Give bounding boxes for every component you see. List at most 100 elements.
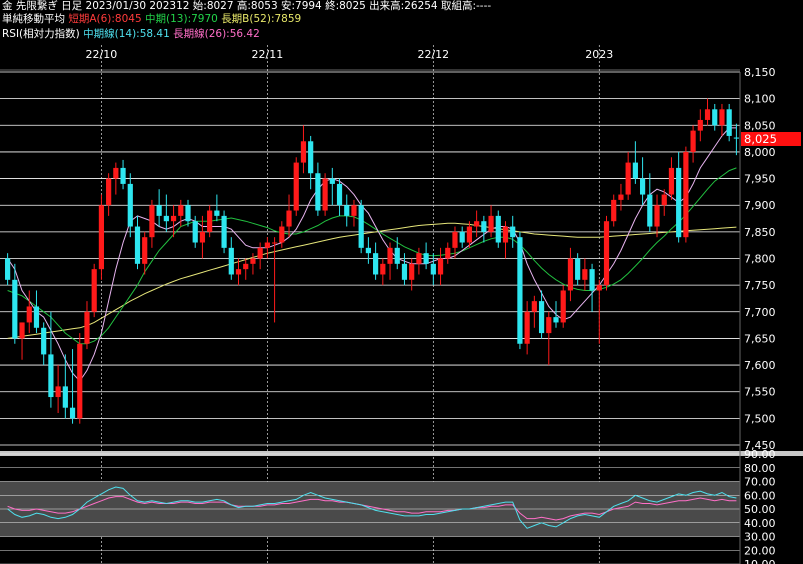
candle-body [293, 162, 299, 211]
price-tick-label: 8,050 [744, 119, 776, 132]
candle-body [481, 221, 487, 232]
candle-body [575, 258, 581, 280]
x-tick-label: 22/11 [252, 48, 284, 61]
candle-body [488, 215, 494, 232]
candle-body [98, 205, 105, 270]
rsi-tick-label: 30.00 [744, 531, 776, 544]
candle-body [474, 221, 480, 227]
candle-body [120, 167, 126, 184]
candle-body [358, 205, 364, 248]
candle-body [668, 167, 675, 195]
rsi-tick-label: 80.00 [744, 462, 776, 475]
candle-body [437, 258, 444, 275]
candle-body [683, 151, 689, 238]
candle-body [26, 306, 32, 323]
candle-body [647, 194, 653, 227]
candle-body [625, 162, 631, 195]
candle-body [5, 258, 11, 280]
candle-body [582, 269, 588, 280]
price-chart[interactable]: 22/10 22/11 22/12 20237,4507,5007,5507,6007… [0, 0, 803, 564]
rsi-tick-label: 50.00 [744, 503, 776, 516]
candle-body [243, 263, 249, 270]
candle-body [279, 226, 285, 243]
candle-body [315, 173, 321, 211]
candle-body [77, 343, 83, 419]
candle-body [632, 162, 638, 179]
candle-body [726, 109, 732, 136]
candle-body [589, 269, 595, 291]
candle-body [185, 205, 191, 222]
candle-body [510, 226, 516, 238]
candle-body [149, 205, 155, 238]
candle-body [156, 205, 162, 216]
candle-body [416, 253, 422, 264]
candle-body [69, 407, 76, 419]
candle-body [62, 386, 68, 408]
price-tick-label: 7,850 [744, 226, 776, 239]
candle-body [495, 215, 501, 243]
rsi-tick-label: 40.00 [744, 517, 776, 530]
price-tick-label: 8,150 [744, 66, 776, 79]
candle-body [228, 247, 234, 275]
candle-body [546, 317, 552, 334]
price-tick-label: 7,500 [744, 412, 776, 425]
candle-body [596, 285, 602, 291]
candle-body [12, 279, 18, 339]
candle-body [235, 269, 242, 275]
price-tick-label: 7,900 [744, 199, 776, 212]
candle-body [199, 231, 206, 243]
candle-body [48, 354, 54, 398]
candle-body [430, 263, 436, 275]
rsi-tick-label: 10.00 [744, 558, 776, 564]
candle-body [41, 327, 47, 355]
candle-body [567, 258, 574, 291]
candle-body [207, 210, 213, 232]
candle-body [733, 137, 739, 139]
candle-body [127, 183, 133, 227]
candle-body [351, 205, 357, 216]
candle-body [19, 322, 25, 339]
price-tick-label: 7,750 [744, 279, 776, 292]
candle-body [178, 205, 184, 216]
candle-body [257, 247, 263, 259]
candle-body [394, 247, 400, 264]
candle-body [264, 242, 270, 248]
candle-body [373, 253, 379, 275]
candle-body [654, 205, 660, 227]
rsi-tick-label: 70.00 [744, 476, 776, 489]
candle-body [459, 231, 465, 243]
ma-long-line [7, 222, 737, 339]
x-tick-label: 2023 [585, 48, 613, 61]
candle-body [329, 178, 335, 184]
candle-body [163, 215, 169, 222]
candle-body [676, 167, 682, 238]
candle-body [192, 221, 198, 243]
candle-body [538, 301, 545, 334]
candle-body [517, 237, 523, 344]
rsi-tick-label: 60.00 [744, 489, 776, 502]
candle-body [697, 119, 703, 131]
candle-body [553, 317, 559, 323]
candle-body [603, 221, 610, 286]
candle-body [445, 247, 451, 259]
candle-body [409, 263, 415, 280]
candle-body [639, 178, 646, 195]
price-tick-label: 7,650 [744, 332, 776, 345]
candle-body [401, 263, 408, 280]
candle-body [690, 130, 696, 152]
current-price-badge: 8,025 [741, 132, 801, 146]
candle-body [611, 199, 617, 222]
price-tick-label: 7,800 [744, 253, 776, 266]
price-tick-label: 8,000 [744, 146, 776, 159]
candle-body [704, 109, 711, 120]
candle-body [719, 109, 725, 126]
pane-separator [0, 451, 803, 456]
candle-body [221, 215, 227, 248]
candle-body [560, 290, 566, 323]
candle-body [524, 311, 530, 344]
candle-body [336, 183, 343, 206]
price-tick-label: 8,100 [744, 93, 776, 106]
rsi-tick-label: 20.00 [744, 544, 776, 557]
price-tick-label: 7,550 [744, 386, 776, 399]
x-tick-label: 22/12 [417, 48, 449, 61]
